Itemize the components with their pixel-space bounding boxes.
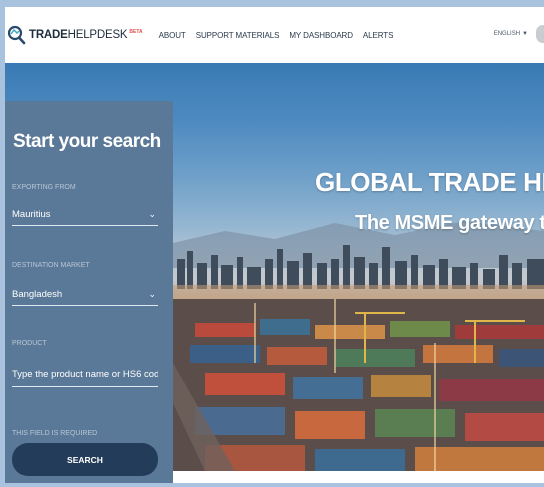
chevron-down-icon: ⌄ <box>148 289 156 299</box>
language-label: ENGLISH <box>493 31 521 37</box>
logo-text: TRADEHELPDESK <box>29 29 128 41</box>
nav-about[interactable]: ABOUT <box>159 31 186 40</box>
site-logo[interactable]: TRADEHELPDESK BETA <box>6 25 143 45</box>
hero-subtitle: The MSME gateway to tra <box>355 212 544 234</box>
nav-alerts[interactable]: ALERTS <box>363 31 393 40</box>
top-navigation-bar: TRADEHELPDESK BETA ABOUT SUPPORT MATERIA… <box>5 7 544 63</box>
magnifier-logo-icon <box>7 25 26 45</box>
beta-badge: BETA <box>129 28 143 35</box>
destination-market-select[interactable]: Bangladesh ⌄ <box>12 284 158 306</box>
avatar[interactable] <box>536 25 544 43</box>
destination-market-label: DESTINATION MARKET <box>12 262 90 269</box>
main-nav: ABOUT SUPPORT MATERIALS MY DASHBOARD ALE… <box>159 31 404 40</box>
destination-market-value: Bangladesh <box>12 289 63 300</box>
field-required-note: THIS FIELD IS REQUIRED <box>12 430 98 437</box>
search-panel: Start your search EXPORTING FROM Mauriti… <box>5 101 173 483</box>
product-label: PRODUCT <box>12 340 47 347</box>
chevron-down-icon: ⌄ <box>148 209 156 219</box>
nav-my-dashboard[interactable]: MY DASHBOARD <box>289 31 353 40</box>
product-search-input[interactable] <box>12 363 158 387</box>
search-button[interactable]: SEARCH <box>12 443 158 476</box>
search-panel-title: Start your search <box>13 131 161 152</box>
nav-support-materials[interactable]: SUPPORT MATERIALS <box>196 31 280 40</box>
hero-title: GLOBAL TRADE HELPDES <box>315 167 544 197</box>
exporting-from-value: Mauritius <box>12 209 51 220</box>
chevron-down-icon: ▼ <box>522 31 528 37</box>
exporting-from-select[interactable]: Mauritius ⌄ <box>12 204 158 226</box>
language-selector[interactable]: ENGLISH ▼ <box>494 31 528 37</box>
app-window: GLOBAL TRADE HELPDES The MSME gateway to… <box>5 7 544 483</box>
exporting-from-label: EXPORTING FROM <box>12 184 76 191</box>
